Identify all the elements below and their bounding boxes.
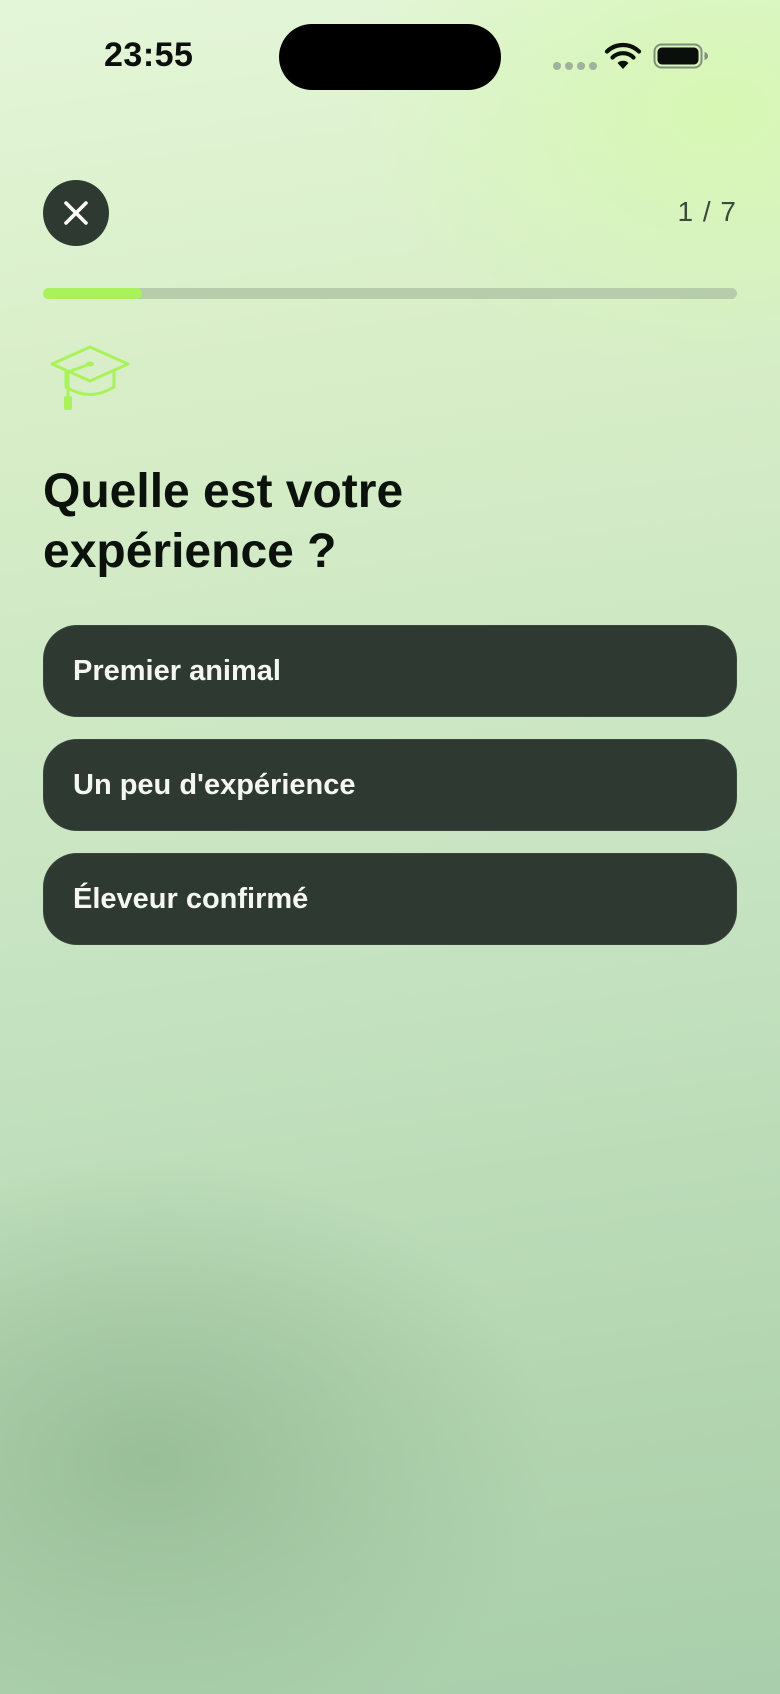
options-list: Premier animal Un peu d'expérience Éleve… (43, 625, 737, 967)
cellular-signal-icon (553, 62, 597, 70)
question-title: Quelle est votre expérience ? (43, 465, 404, 578)
progress-bar-fill (43, 288, 143, 299)
progress-bar (43, 288, 737, 299)
option-un-peu-experience-button[interactable]: Un peu d'expérience (43, 739, 737, 831)
step-counter: 1 / 7 (677, 196, 737, 227)
option-premier-animal-button[interactable]: Premier animal (43, 625, 737, 717)
battery-icon (653, 43, 708, 69)
graduation-cap-icon (50, 345, 130, 410)
dynamic-island (279, 24, 501, 90)
status-time: 23:55 (104, 36, 194, 74)
close-button[interactable] (43, 180, 109, 246)
close-icon (64, 201, 88, 225)
option-eleveur-confirme-button[interactable]: Éleveur confirmé (43, 853, 737, 945)
status-bar: 23:55 (0, 0, 780, 116)
wifi-icon (604, 43, 642, 69)
